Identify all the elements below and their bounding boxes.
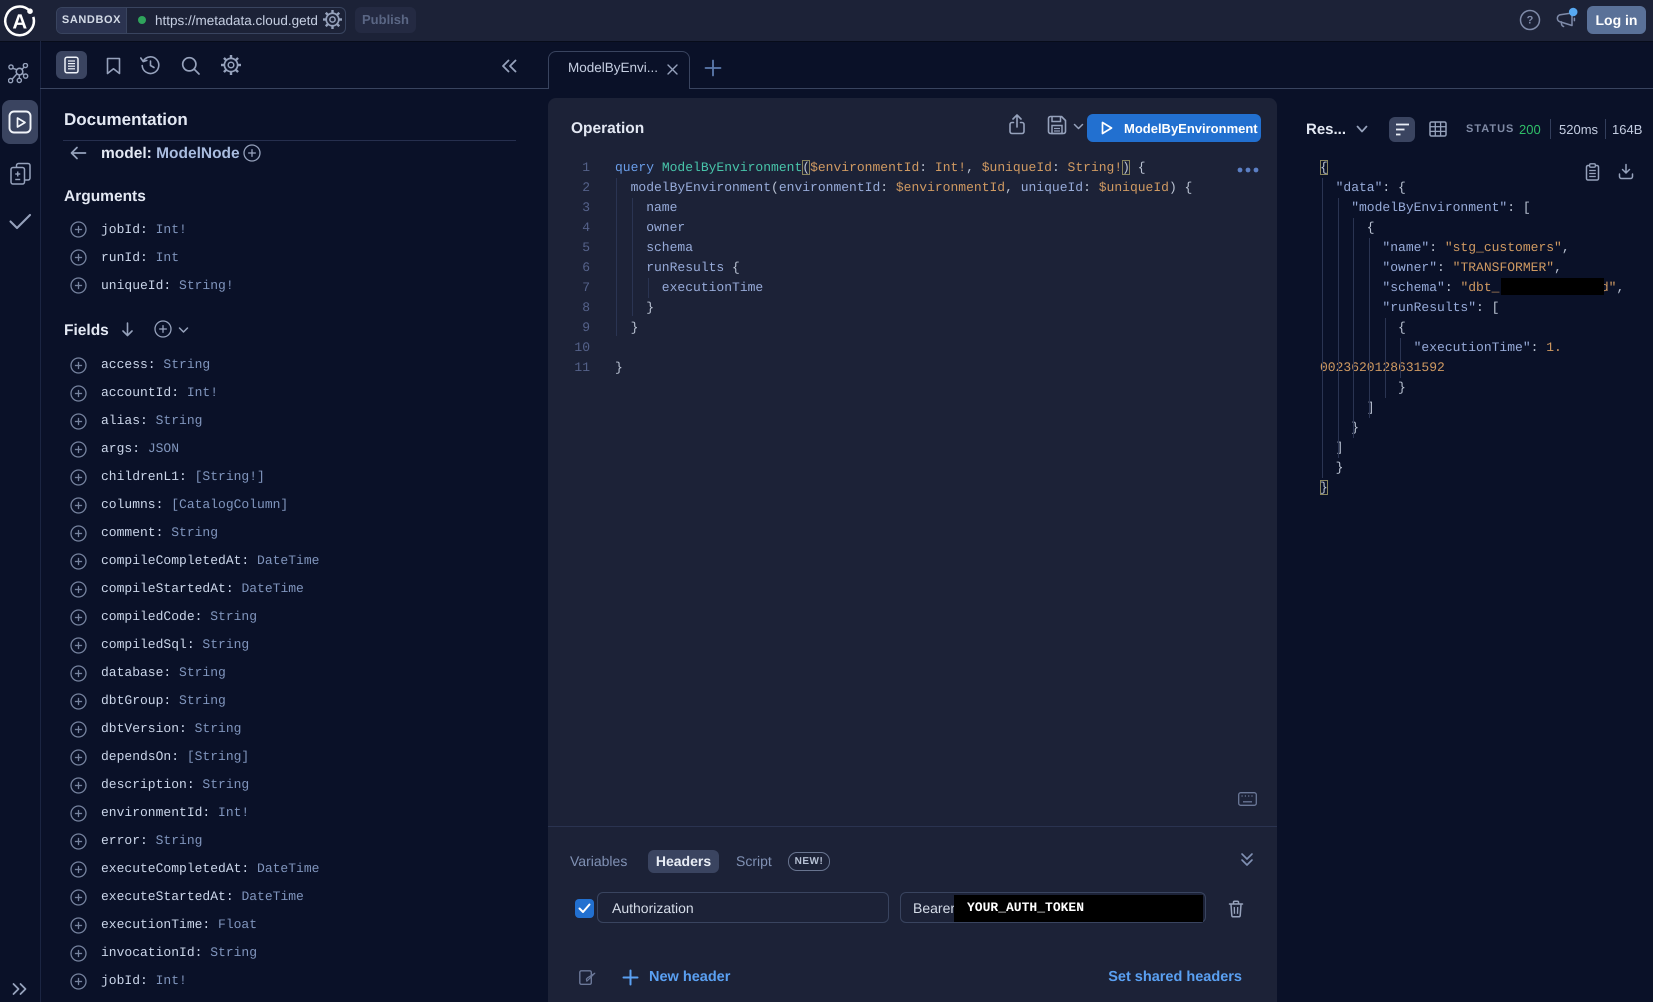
svg-text:A: A <box>12 11 27 34</box>
svg-text:?: ? <box>1527 15 1534 27</box>
